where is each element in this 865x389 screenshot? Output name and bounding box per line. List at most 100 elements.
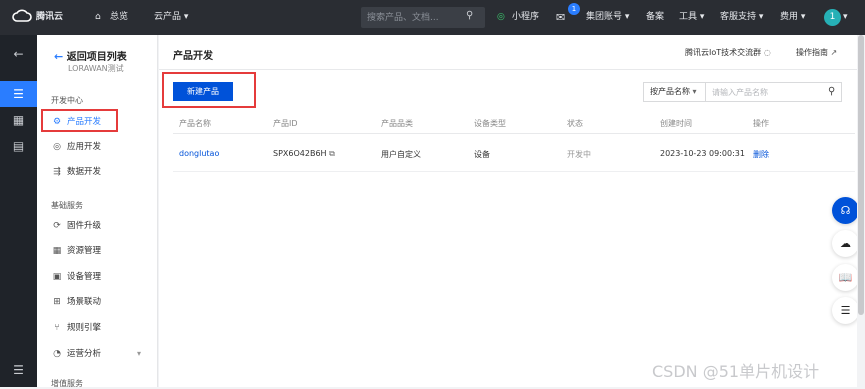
col-category: 产品品类 xyxy=(381,119,413,128)
nav-home[interactable]: 总览 xyxy=(110,0,128,35)
analysis-icon: ◔ xyxy=(53,349,61,359)
nav-cloud-products[interactable]: 云产品 ▾ xyxy=(154,0,188,35)
list-icon[interactable]: ☰ xyxy=(0,81,37,107)
product-category: 用户自定义 xyxy=(381,150,421,159)
search-icon[interactable]: ⚲ xyxy=(828,86,835,97)
resources-icon: ▦ xyxy=(52,246,62,256)
col-product-name: 产品名称 xyxy=(179,119,211,128)
brand-name[interactable]: 腾讯云 xyxy=(36,0,63,35)
filter-search[interactable]: ⚲ xyxy=(706,82,842,102)
upgrade-icon: ⟳ xyxy=(53,221,61,231)
page-title: 产品开发 xyxy=(173,51,213,62)
col-status: 状态 xyxy=(567,119,583,128)
tools-label: 工具 xyxy=(679,12,698,22)
product-id: SPX6O42B6H ⧉ xyxy=(273,149,335,159)
chevron-down-icon: ▾ xyxy=(183,12,189,22)
list-menu-icon[interactable]: ☰ xyxy=(832,297,859,324)
avatar[interactable]: 1 xyxy=(824,9,841,26)
sidebar: ← 返回项目列表 LORAWAN测试 开发中心 ⚙ 产品开发 ◎ 应用开发 ⇶ 数据开… xyxy=(37,35,192,388)
search-input[interactable] xyxy=(367,10,459,25)
sidebar-item-rule-engine[interactable]: ⑂ 规则引擎 xyxy=(51,319,101,337)
sidebar-item-app-dev[interactable]: ◎ 应用开发 xyxy=(51,138,101,156)
chevron-down-icon[interactable]: ▾ xyxy=(843,0,848,35)
chevron-down-icon: ▾ xyxy=(800,12,806,22)
nav-filing[interactable]: 备案 xyxy=(646,0,664,35)
device-icon: ▣ xyxy=(52,272,62,282)
customer-service-icon[interactable]: ☊ xyxy=(832,197,859,224)
sidebar-item-resources[interactable]: ▦ 资源管理 xyxy=(51,242,101,260)
sidebar-item-label: 运营分析 xyxy=(67,349,102,359)
created-time: 2023-10-23 09:00:31 xyxy=(660,149,745,158)
delete-link[interactable]: 删除 xyxy=(753,149,769,160)
document-icon[interactable]: ▤ xyxy=(0,133,37,159)
page-scrollbar[interactable] xyxy=(857,35,865,387)
nav-group-account[interactable]: 集团账号 ▾ xyxy=(586,0,629,35)
table-header: 产品名称 产品ID 产品品类 设备类型 状态 创建时间 操作 xyxy=(173,112,855,134)
sidebar-item-label: 固件升级 xyxy=(67,221,102,231)
top-navigation-bar: 腾讯云 ⌂ 总览 云产品 ▾ ⚲ ◎ 小程序 ✉ 1 集团账号 ▾ 备案 工具 … xyxy=(0,0,865,35)
search-icon[interactable]: ⚲ xyxy=(466,10,473,21)
device-type: 设备 xyxy=(474,150,490,159)
sidebar-item-scene[interactable]: ⊞ 场景联动 xyxy=(51,293,101,311)
nav-support[interactable]: 客服支持 ▾ xyxy=(720,0,763,35)
external-link-icon: ↗ xyxy=(830,48,838,57)
iot-group-link[interactable]: 腾讯云IoT技术交流群 ◌ xyxy=(685,47,771,58)
highlight-box-new-product xyxy=(162,72,256,108)
billing-label: 费用 xyxy=(780,12,799,22)
product-name-link[interactable]: donglutao xyxy=(179,149,219,158)
sidebar-item-ops-analysis[interactable]: ◔ 运营分析 ▾ xyxy=(51,345,141,363)
copy-icon[interactable]: ⧉ xyxy=(329,149,335,158)
home-icon[interactable]: ⌂ xyxy=(95,0,101,35)
filter-field-select[interactable]: 按产品名称 ▾ xyxy=(643,82,706,102)
back-label: 返回项目列表 xyxy=(66,52,127,63)
chevron-down-icon: ▾ xyxy=(692,87,697,96)
chevron-down-icon: ▾ xyxy=(758,12,764,22)
collapse-menu-icon[interactable]: ☰ xyxy=(0,357,37,383)
global-search[interactable]: ⚲ xyxy=(361,7,485,28)
grid-icon[interactable]: ▦ xyxy=(0,107,37,133)
col-created: 创建时间 xyxy=(660,119,692,128)
back-arrow-icon[interactable]: ← xyxy=(0,41,37,67)
group-basic-services: 基础服务 xyxy=(51,201,83,210)
cloud-logo-icon[interactable] xyxy=(12,0,32,35)
project-name: LORAWAN测试 xyxy=(68,64,124,73)
message-count-badge: 1 xyxy=(568,3,580,15)
data-flow-icon: ⇶ xyxy=(53,167,61,177)
chevron-down-icon: ▾ xyxy=(699,12,705,22)
nav-tools[interactable]: 工具 ▾ xyxy=(679,0,704,35)
guide-label: 操作指南 xyxy=(796,48,828,57)
iot-group-label: 腾讯云IoT技术交流群 xyxy=(685,48,762,57)
page-header: 产品开发 腾讯云IoT技术交流群 ◌ 操作指南 ↗ xyxy=(159,35,865,70)
support-label: 客服支持 xyxy=(720,12,757,22)
group-value-services: 增值服务 xyxy=(51,379,83,388)
product-name-search-input[interactable] xyxy=(712,85,822,99)
book-icon[interactable]: 📖 xyxy=(832,264,859,291)
chevron-down-icon: ▾ xyxy=(137,349,142,358)
filter-select-label: 按产品名称 xyxy=(650,87,690,96)
scrollbar-thumb[interactable] xyxy=(858,35,864,315)
mail-icon[interactable]: ✉ xyxy=(556,0,565,35)
cloud-upload-icon[interactable]: ☁ xyxy=(832,230,859,257)
group-account-label: 集团账号 xyxy=(586,12,623,22)
rule-branch-icon: ⑂ xyxy=(54,323,60,333)
sidebar-item-firmware[interactable]: ⟳ 固件升级 xyxy=(51,217,101,235)
table-row: donglutao SPX6O42B6H ⧉ 用户自定义 设备 开发中 2023… xyxy=(173,134,855,172)
nav-mini-program[interactable]: 小程序 xyxy=(512,0,539,35)
group-dev-center: 开发中心 xyxy=(51,96,83,105)
target-icon: ◎ xyxy=(53,142,61,152)
chevron-down-icon: ▾ xyxy=(624,12,630,22)
guide-link[interactable]: 操作指南 ↗ xyxy=(796,47,837,58)
sidebar-item-data-dev[interactable]: ⇶ 数据开发 xyxy=(51,163,101,181)
back-to-projects[interactable]: ← 返回项目列表 xyxy=(54,48,127,63)
nav-billing[interactable]: 费用 ▾ xyxy=(780,0,805,35)
scene-link-icon: ⊞ xyxy=(53,297,61,307)
mini-program-icon[interactable]: ◎ xyxy=(497,0,505,35)
sidebar-item-label: 资源管理 xyxy=(67,246,102,256)
sidebar-item-label: 场景联动 xyxy=(67,297,102,307)
status-badge: 开发中 xyxy=(567,150,591,159)
highlight-box-product-dev xyxy=(41,109,118,132)
sidebar-item-label: 规则引擎 xyxy=(67,323,102,333)
cloud-products-label: 云产品 xyxy=(154,12,182,22)
sidebar-item-label: 应用开发 xyxy=(67,142,102,152)
sidebar-item-devices[interactable]: ▣ 设备管理 xyxy=(51,268,101,286)
